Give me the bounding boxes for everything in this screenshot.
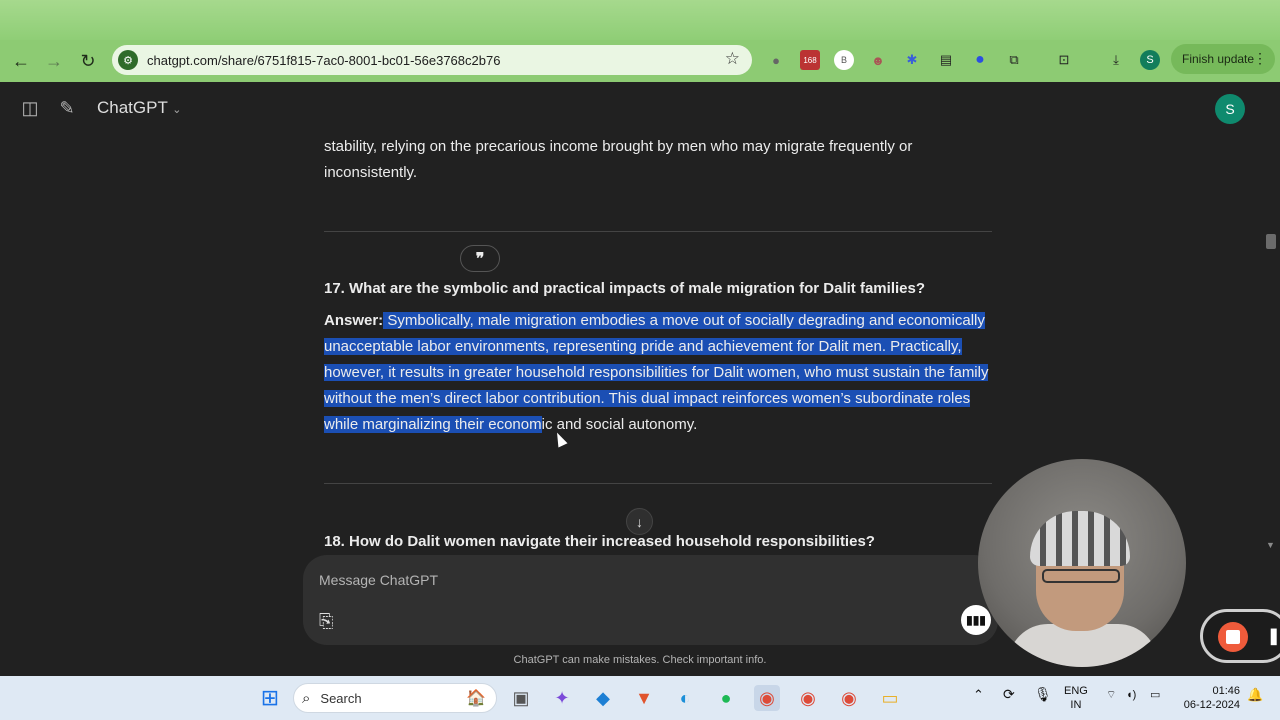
language-region: IN: [1070, 699, 1082, 711]
paragraph-line: stability, relying on the precarious inc…: [324, 138, 913, 155]
clock-time: 01:46: [1212, 685, 1240, 697]
stop-recording-button[interactable]: [1218, 622, 1248, 652]
unselected-text: ic and social autonomy.: [541, 416, 698, 433]
scrollbar-thumb[interactable]: [1266, 234, 1276, 249]
selected-text: without the men’s direct labor contribut…: [324, 390, 971, 407]
wifi-icon[interactable]: ⌔: [1106, 688, 1116, 702]
download-icon[interactable]: ⤓: [1106, 50, 1126, 70]
clock-date: 06-12-2024: [1183, 699, 1240, 711]
forward-icon[interactable]: →: [37, 44, 71, 78]
answer-17: Answer: Symbolically, male migration emb…: [324, 308, 994, 438]
scroll-to-bottom-button[interactable]: ↓: [626, 508, 653, 535]
windows-start-icon[interactable]: ⊞: [257, 685, 283, 711]
file-explorer-icon[interactable]: ▭: [877, 685, 903, 711]
sidebar-toggle-icon[interactable]: ◫: [19, 97, 41, 119]
paragraph-line: inconsistently.: [324, 164, 418, 181]
search-label: Search: [320, 690, 362, 706]
menu-dots-icon[interactable]: ⋮: [1253, 50, 1267, 67]
answer-line: without the men’s direct labor contribut…: [324, 386, 994, 412]
webcam-overlay: [978, 459, 1186, 667]
message-composer[interactable]: Message ChatGPT ⎘ ▮▮▮: [303, 555, 998, 645]
brave-icon[interactable]: ▼: [631, 685, 657, 711]
answer-line: while marginalizing their economic and s…: [324, 412, 994, 438]
answer-line: Answer: Symbolically, male migration emb…: [324, 308, 994, 334]
bookmark-star-icon[interactable]: ☆: [725, 49, 740, 69]
pause-recording-icon[interactable]: ❚❚: [1267, 626, 1280, 646]
selected-text: unacceptable labor environments, represe…: [324, 338, 962, 355]
sync-icon[interactable]: ⟳: [1003, 687, 1015, 701]
address-bar[interactable]: ⚙ chatgpt.com/share/6751f815-7ac0-8001-b…: [112, 45, 752, 75]
extension-puzzle-color-icon[interactable]: ✱: [902, 50, 922, 70]
answer-line: unacceptable labor environments, represe…: [324, 334, 994, 360]
volume-icon[interactable]: ◖): [1126, 688, 1136, 702]
search-highlight-icon: 🏠: [466, 690, 486, 707]
windows-taskbar: ⊞ ⌕ Search 🏠 ▣ ✦ ◆ ▼ ◐ ● ◉ ◉ ◉ ▭ ⌃ ⟳ 🎙 E…: [0, 676, 1280, 720]
question-18-heading: 18. How do Dalit women navigate their in…: [324, 533, 875, 550]
model-selector[interactable]: ChatGPT ⌄: [97, 98, 182, 118]
language-indicator[interactable]: ENG IN: [1064, 684, 1088, 712]
vscode-icon[interactable]: ◆: [590, 685, 616, 711]
previous-paragraph: stability, relying on the precarious inc…: [324, 134, 994, 186]
search-icon: ⌕: [302, 689, 311, 707]
extension-face-icon[interactable]: ☻: [868, 50, 888, 70]
spotify-icon[interactable]: ●: [713, 685, 739, 711]
user-avatar[interactable]: S: [1215, 94, 1245, 124]
new-chat-icon[interactable]: ✎: [56, 97, 78, 119]
clock[interactable]: 01:46 06-12-2024: [1180, 684, 1240, 712]
reload-icon[interactable]: ↻: [71, 44, 105, 78]
microphone-icon[interactable]: 🎙: [1034, 687, 1052, 701]
finish-update-button[interactable]: Finish update ⋮: [1171, 44, 1275, 74]
extension-b-icon[interactable]: B: [834, 50, 854, 70]
scrollbar-down-arrow-icon[interactable]: ▼: [1266, 540, 1275, 550]
extension-calendar-icon[interactable]: 168: [800, 50, 820, 70]
site-info-icon[interactable]: ⚙: [118, 50, 138, 70]
avatar-initial: S: [1225, 101, 1235, 117]
recording-control: ❚❚: [1200, 609, 1280, 663]
selected-text: Symbolically, male migration embodies a …: [383, 312, 985, 329]
answer-label: Answer:: [324, 312, 384, 329]
extension-blue-dot-icon[interactable]: ●: [970, 50, 990, 70]
question-17-heading: 17. What are the symbolic and practical …: [324, 280, 925, 297]
attach-icon[interactable]: ⎘: [319, 611, 333, 632]
screenshot-icon[interactable]: ⊡: [1054, 50, 1074, 70]
taskbar-search[interactable]: ⌕ Search 🏠: [293, 683, 497, 713]
extensions-puzzle-icon[interactable]: ⧉: [1004, 50, 1024, 70]
selected-text: while marginalizing their econom: [324, 416, 542, 433]
voice-mode-button[interactable]: ▮▮▮: [961, 605, 991, 635]
browser-tab-strip: [0, 0, 1280, 40]
chevron-down-icon: ⌄: [172, 104, 182, 116]
extension-b-label: B: [840, 55, 847, 65]
copilot-icon[interactable]: ✦: [549, 685, 575, 711]
selected-text: however, it results in greater household…: [324, 364, 989, 381]
browser-toolbar: ← → ↻ ⚙ chatgpt.com/share/6751f815-7ac0-…: [0, 40, 1280, 82]
answer-line: however, it results in greater household…: [324, 360, 994, 386]
notification-bell-icon[interactable]: 🔔: [1247, 688, 1263, 702]
webcam-person-beanie: [1030, 511, 1130, 566]
extension-film-icon[interactable]: ▤: [936, 50, 956, 70]
back-icon[interactable]: ←: [4, 44, 38, 78]
divider: [324, 483, 992, 484]
profile-initial: S: [1146, 54, 1154, 66]
browser-profile-avatar[interactable]: S: [1140, 50, 1160, 70]
divider: [324, 231, 992, 232]
chrome-active-icon[interactable]: ◉: [754, 685, 780, 711]
edge-icon[interactable]: ◐: [672, 685, 698, 711]
battery-icon[interactable]: ▭: [1150, 688, 1160, 702]
chrome-profile2-icon[interactable]: ◉: [795, 685, 821, 711]
quote-icon[interactable]: ❞: [460, 245, 500, 272]
chrome-profile3-icon[interactable]: ◉: [836, 685, 862, 711]
url-text: chatgpt.com/share/6751f815-7ac0-8001-bc0…: [147, 52, 501, 68]
message-input[interactable]: Message ChatGPT: [319, 572, 438, 588]
tray-chevron-up-icon[interactable]: ⌃: [973, 688, 984, 702]
disclaimer-label: ChatGPT can make mistakes. Check importa…: [513, 654, 767, 666]
task-view-icon[interactable]: ▣: [508, 685, 534, 711]
brand-label: ChatGPT: [97, 98, 168, 117]
finish-update-label: Finish update: [1182, 52, 1255, 66]
extension-incognito-icon[interactable]: ●: [766, 50, 786, 70]
extension-badge: 168: [803, 55, 817, 65]
quote-glyph: ❞: [475, 250, 485, 268]
webcam-person-glasses: [1042, 569, 1120, 583]
language-line: ENG: [1064, 685, 1088, 697]
